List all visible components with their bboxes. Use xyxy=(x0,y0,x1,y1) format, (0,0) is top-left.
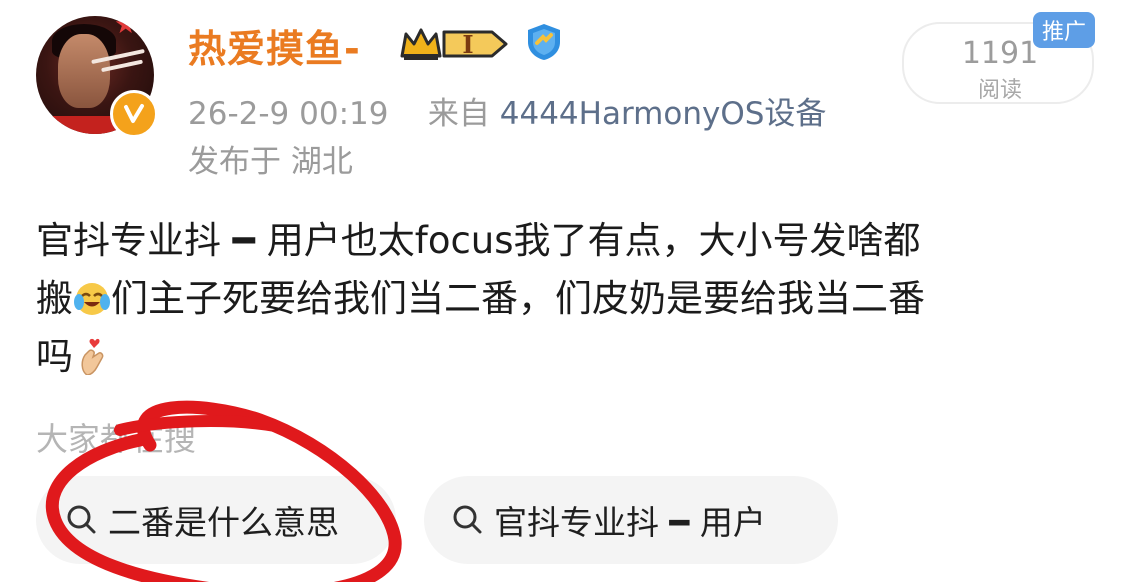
post-meta: 26-2-9 00:19 来自 4444HarmonyOS设备 xyxy=(188,88,826,133)
level-badge-label: I xyxy=(462,30,473,59)
avatar-star-icon: ★ xyxy=(114,16,138,40)
source-prefix: 来自 xyxy=(427,96,490,132)
post-source-link[interactable]: 4444HarmonyOS设备 xyxy=(500,96,827,132)
related-search-label: 二番是什么意思 xyxy=(108,503,339,542)
read-label: 阅读 xyxy=(977,78,1022,103)
author-name[interactable]: 热爱摸鱼- xyxy=(188,18,361,73)
crying-laughing-emoji-icon xyxy=(73,276,111,315)
post-line-3: 吗 xyxy=(36,328,1106,386)
verified-shield-icon xyxy=(524,22,564,66)
search-icon xyxy=(64,502,100,538)
post-line-2a: 搬 xyxy=(36,277,73,320)
post-line-2b: 们主子死要给我们当二番，们皮奶是要给我当二番 xyxy=(111,277,925,320)
related-search-chip[interactable]: 二番是什么意思 xyxy=(36,476,396,564)
related-search-chip[interactable]: 官抖专业抖 ━ 用户 xyxy=(424,476,838,564)
promote-button[interactable]: 推广 xyxy=(1033,12,1095,48)
post-line-3-text: 吗 xyxy=(36,335,73,378)
related-search-label: 官抖专业抖 ━ 用户 xyxy=(494,503,766,542)
level-badge: I xyxy=(440,24,512,68)
post-timestamp: 26-2-9 00:19 xyxy=(188,96,389,132)
post-line-1: 官抖专业抖 ━ 用户也太focus我了有点，大小号发啥都 xyxy=(36,219,921,262)
post-line-2: 搬 们主子死要给我们当二番，们皮奶是要给我当二番 xyxy=(36,270,1106,328)
post-content: 官抖专业抖 ━ 用户也太focus我了有点，大小号发啥都 搬 们主子死要给我们当… xyxy=(36,212,1106,386)
finger-heart-emoji-icon xyxy=(73,334,111,376)
crown-icon xyxy=(398,26,444,66)
related-search-heading: 大家都在搜 xyxy=(36,420,197,458)
avatar-red-band xyxy=(46,116,116,134)
verified-v-badge-icon xyxy=(110,90,158,138)
search-icon xyxy=(450,502,486,538)
post-location: 发布于 湖北 xyxy=(188,144,353,180)
